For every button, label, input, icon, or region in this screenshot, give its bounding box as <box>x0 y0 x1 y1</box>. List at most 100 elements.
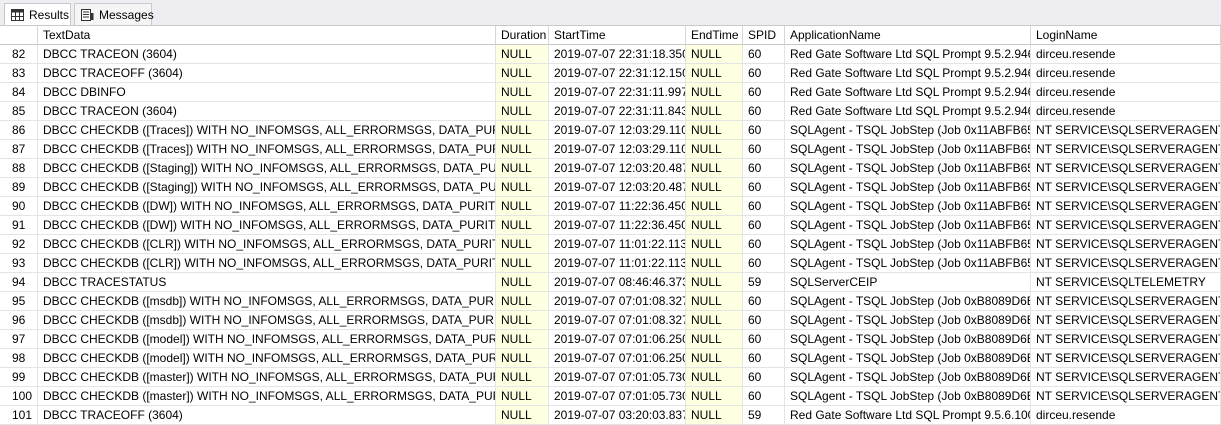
cell-textdata[interactable]: DBCC CHECKDB ([Traces]) WITH NO_INFOMSGS… <box>38 121 496 140</box>
cell-starttime[interactable]: 2019-07-07 11:01:22.113 <box>549 235 686 254</box>
cell-textdata[interactable]: DBCC CHECKDB ([msdb]) WITH NO_INFOMSGS, … <box>38 292 496 311</box>
table-row[interactable]: 85 DBCC TRACEON (3604) NULL 2019-07-07 22:3… <box>0 102 1221 121</box>
cell-applicationname[interactable]: SQLAgent - TSQL JobStep (Job 0xB8089D6E.… <box>785 368 1031 387</box>
cell-textdata[interactable]: DBCC TRACEOFF (3604) <box>38 406 496 425</box>
cell-textdata[interactable]: DBCC CHECKDB ([CLR]) WITH NO_INFOMSGS, A… <box>38 235 496 254</box>
cell-row-number[interactable]: 97 <box>0 330 38 349</box>
cell-applicationname[interactable]: SQLAgent - TSQL JobStep (Job 0xB8089D6E.… <box>785 292 1031 311</box>
cell-loginname[interactable]: NT SERVICE\SQLSERVERAGENT <box>1031 254 1221 273</box>
header-endtime[interactable]: EndTime <box>686 26 743 45</box>
cell-endtime[interactable]: NULL <box>686 387 743 406</box>
tab-messages[interactable]: Messages <box>74 3 154 25</box>
cell-starttime[interactable]: 2019-07-07 07:01:05.730 <box>549 368 686 387</box>
cell-row-number[interactable]: 88 <box>0 159 38 178</box>
cell-endtime[interactable]: NULL <box>686 235 743 254</box>
cell-loginname[interactable]: NT SERVICE\SQLSERVERAGENT <box>1031 292 1221 311</box>
cell-loginname[interactable]: NT SERVICE\SQLSERVERAGENT <box>1031 216 1221 235</box>
cell-spid[interactable]: 60 <box>743 102 785 121</box>
table-row[interactable]: 95 DBCC CHECKDB ([msdb]) WITH NO_INFOMSGS… <box>0 292 1221 311</box>
cell-starttime[interactable]: 2019-07-07 22:31:11.997 <box>549 83 686 102</box>
table-row[interactable]: 90 DBCC CHECKDB ([DW]) WITH NO_INFOMSGS, … <box>0 197 1221 216</box>
cell-duration[interactable]: NULL <box>496 102 549 121</box>
cell-spid[interactable]: 60 <box>743 159 785 178</box>
cell-loginname[interactable]: NT SERVICE\SQLSERVERAGENT <box>1031 311 1221 330</box>
cell-duration[interactable]: NULL <box>496 45 549 64</box>
cell-row-number[interactable]: 98 <box>0 349 38 368</box>
cell-loginname[interactable]: NT SERVICE\SQLSERVERAGENT <box>1031 235 1221 254</box>
cell-spid[interactable]: 60 <box>743 64 785 83</box>
cell-spid[interactable]: 60 <box>743 216 785 235</box>
table-row[interactable]: 82 DBCC TRACEON (3604) NULL 2019-07-07 22:3… <box>0 45 1221 64</box>
cell-row-number[interactable]: 94 <box>0 273 38 292</box>
header-textdata[interactable]: TextData <box>38 26 496 45</box>
cell-applicationname[interactable]: SQLAgent - TSQL JobStep (Job 0x11ABFB65.… <box>785 254 1031 273</box>
cell-duration[interactable]: NULL <box>496 330 549 349</box>
table-row[interactable]: 84 DBCC DBINFO NULL 2019-07-07 22:31:11.997… <box>0 83 1221 102</box>
cell-row-number[interactable]: 95 <box>0 292 38 311</box>
table-row[interactable]: 93 DBCC CHECKDB ([CLR]) WITH NO_INFOMSGS,… <box>0 254 1221 273</box>
cell-endtime[interactable]: NULL <box>686 273 743 292</box>
table-row[interactable]: 97 DBCC CHECKDB ([model]) WITH NO_INFOMSG… <box>0 330 1221 349</box>
cell-textdata[interactable]: DBCC CHECKDB ([DW]) WITH NO_INFOMSGS, AL… <box>38 197 496 216</box>
cell-duration[interactable]: NULL <box>496 368 549 387</box>
cell-loginname[interactable]: NT SERVICE\SQLSERVERAGENT <box>1031 140 1221 159</box>
cell-applicationname[interactable]: SQLServerCEIP <box>785 273 1031 292</box>
cell-starttime[interactable]: 2019-07-07 07:01:06.250 <box>549 330 686 349</box>
cell-textdata[interactable]: DBCC CHECKDB ([CLR]) WITH NO_INFOMSGS, A… <box>38 254 496 273</box>
cell-applicationname[interactable]: Red Gate Software Ltd SQL Prompt 9.5.2.9… <box>785 102 1031 121</box>
cell-applicationname[interactable]: SQLAgent - TSQL JobStep (Job 0x11ABFB65.… <box>785 216 1031 235</box>
cell-starttime[interactable]: 2019-07-07 22:31:18.350 <box>549 45 686 64</box>
cell-endtime[interactable]: NULL <box>686 83 743 102</box>
cell-spid[interactable]: 59 <box>743 406 785 425</box>
cell-endtime[interactable]: NULL <box>686 330 743 349</box>
cell-spid[interactable]: 60 <box>743 311 785 330</box>
cell-spid[interactable]: 60 <box>743 121 785 140</box>
cell-starttime[interactable]: 2019-07-07 12:03:29.110 <box>549 121 686 140</box>
cell-duration[interactable]: NULL <box>496 140 549 159</box>
cell-applicationname[interactable]: SQLAgent - TSQL JobStep (Job 0xB8089D6E.… <box>785 330 1031 349</box>
cell-spid[interactable]: 60 <box>743 368 785 387</box>
cell-textdata[interactable]: DBCC CHECKDB ([master]) WITH NO_INFOMSGS… <box>38 387 496 406</box>
cell-applicationname[interactable]: SQLAgent - TSQL JobStep (Job 0x11ABFB65.… <box>785 178 1031 197</box>
cell-duration[interactable]: NULL <box>496 64 549 83</box>
cell-endtime[interactable]: NULL <box>686 102 743 121</box>
cell-spid[interactable]: 60 <box>743 235 785 254</box>
cell-starttime[interactable]: 2019-07-07 22:31:12.150 <box>549 64 686 83</box>
cell-applicationname[interactable]: SQLAgent - TSQL JobStep (Job 0xB8089D6E.… <box>785 387 1031 406</box>
table-row[interactable]: 86 DBCC CHECKDB ([Traces]) WITH NO_INFOMS… <box>0 121 1221 140</box>
cell-duration[interactable]: NULL <box>496 387 549 406</box>
cell-duration[interactable]: NULL <box>496 121 549 140</box>
cell-applicationname[interactable]: SQLAgent - TSQL JobStep (Job 0x11ABFB65.… <box>785 235 1031 254</box>
cell-textdata[interactable]: DBCC TRACEON (3604) <box>38 45 496 64</box>
cell-applicationname[interactable]: SQLAgent - TSQL JobStep (Job 0x11ABFB65.… <box>785 197 1031 216</box>
cell-duration[interactable]: NULL <box>496 254 549 273</box>
table-row[interactable]: 99 DBCC CHECKDB ([master]) WITH NO_INFOMS… <box>0 368 1221 387</box>
cell-row-number[interactable]: 100 <box>0 387 38 406</box>
cell-loginname[interactable]: NT SERVICE\SQLTELEMETRY <box>1031 273 1221 292</box>
cell-textdata[interactable]: DBCC TRACEON (3604) <box>38 102 496 121</box>
cell-spid[interactable]: 60 <box>743 292 785 311</box>
cell-duration[interactable]: NULL <box>496 311 549 330</box>
cell-row-number[interactable]: 86 <box>0 121 38 140</box>
cell-starttime[interactable]: 2019-07-07 03:20:03.837 <box>549 406 686 425</box>
cell-starttime[interactable]: 2019-07-07 07:01:08.327 <box>549 311 686 330</box>
cell-starttime[interactable]: 2019-07-07 11:01:22.113 <box>549 254 686 273</box>
cell-applicationname[interactable]: Red Gate Software Ltd SQL Prompt 9.5.2.9… <box>785 83 1031 102</box>
table-row[interactable]: 92 DBCC CHECKDB ([CLR]) WITH NO_INFOMSGS,… <box>0 235 1221 254</box>
cell-spid[interactable]: 60 <box>743 178 785 197</box>
results-grid[interactable]: TextData Duration StartTime EndTime SPID… <box>0 26 1221 425</box>
table-row[interactable]: 98 DBCC CHECKDB ([model]) WITH NO_INFOMSG… <box>0 349 1221 368</box>
cell-endtime[interactable]: NULL <box>686 311 743 330</box>
cell-loginname[interactable]: dirceu.resende <box>1031 83 1221 102</box>
cell-textdata[interactable]: DBCC CHECKDB ([master]) WITH NO_INFOMSGS… <box>38 368 496 387</box>
cell-applicationname[interactable]: Red Gate Software Ltd SQL Prompt 9.5.2.9… <box>785 64 1031 83</box>
cell-applicationname[interactable]: SQLAgent - TSQL JobStep (Job 0xB8089D6E.… <box>785 349 1031 368</box>
cell-row-number[interactable]: 93 <box>0 254 38 273</box>
cell-applicationname[interactable]: SQLAgent - TSQL JobStep (Job 0xB8089D6E.… <box>785 311 1031 330</box>
cell-row-number[interactable]: 89 <box>0 178 38 197</box>
cell-row-number[interactable]: 87 <box>0 140 38 159</box>
table-row[interactable]: 94 DBCC TRACESTATUS NULL 2019-07-07 08:46:4… <box>0 273 1221 292</box>
cell-loginname[interactable]: NT SERVICE\SQLSERVERAGENT <box>1031 159 1221 178</box>
cell-starttime[interactable]: 2019-07-07 11:22:36.450 <box>549 216 686 235</box>
cell-starttime[interactable]: 2019-07-07 22:31:11.843 <box>549 102 686 121</box>
